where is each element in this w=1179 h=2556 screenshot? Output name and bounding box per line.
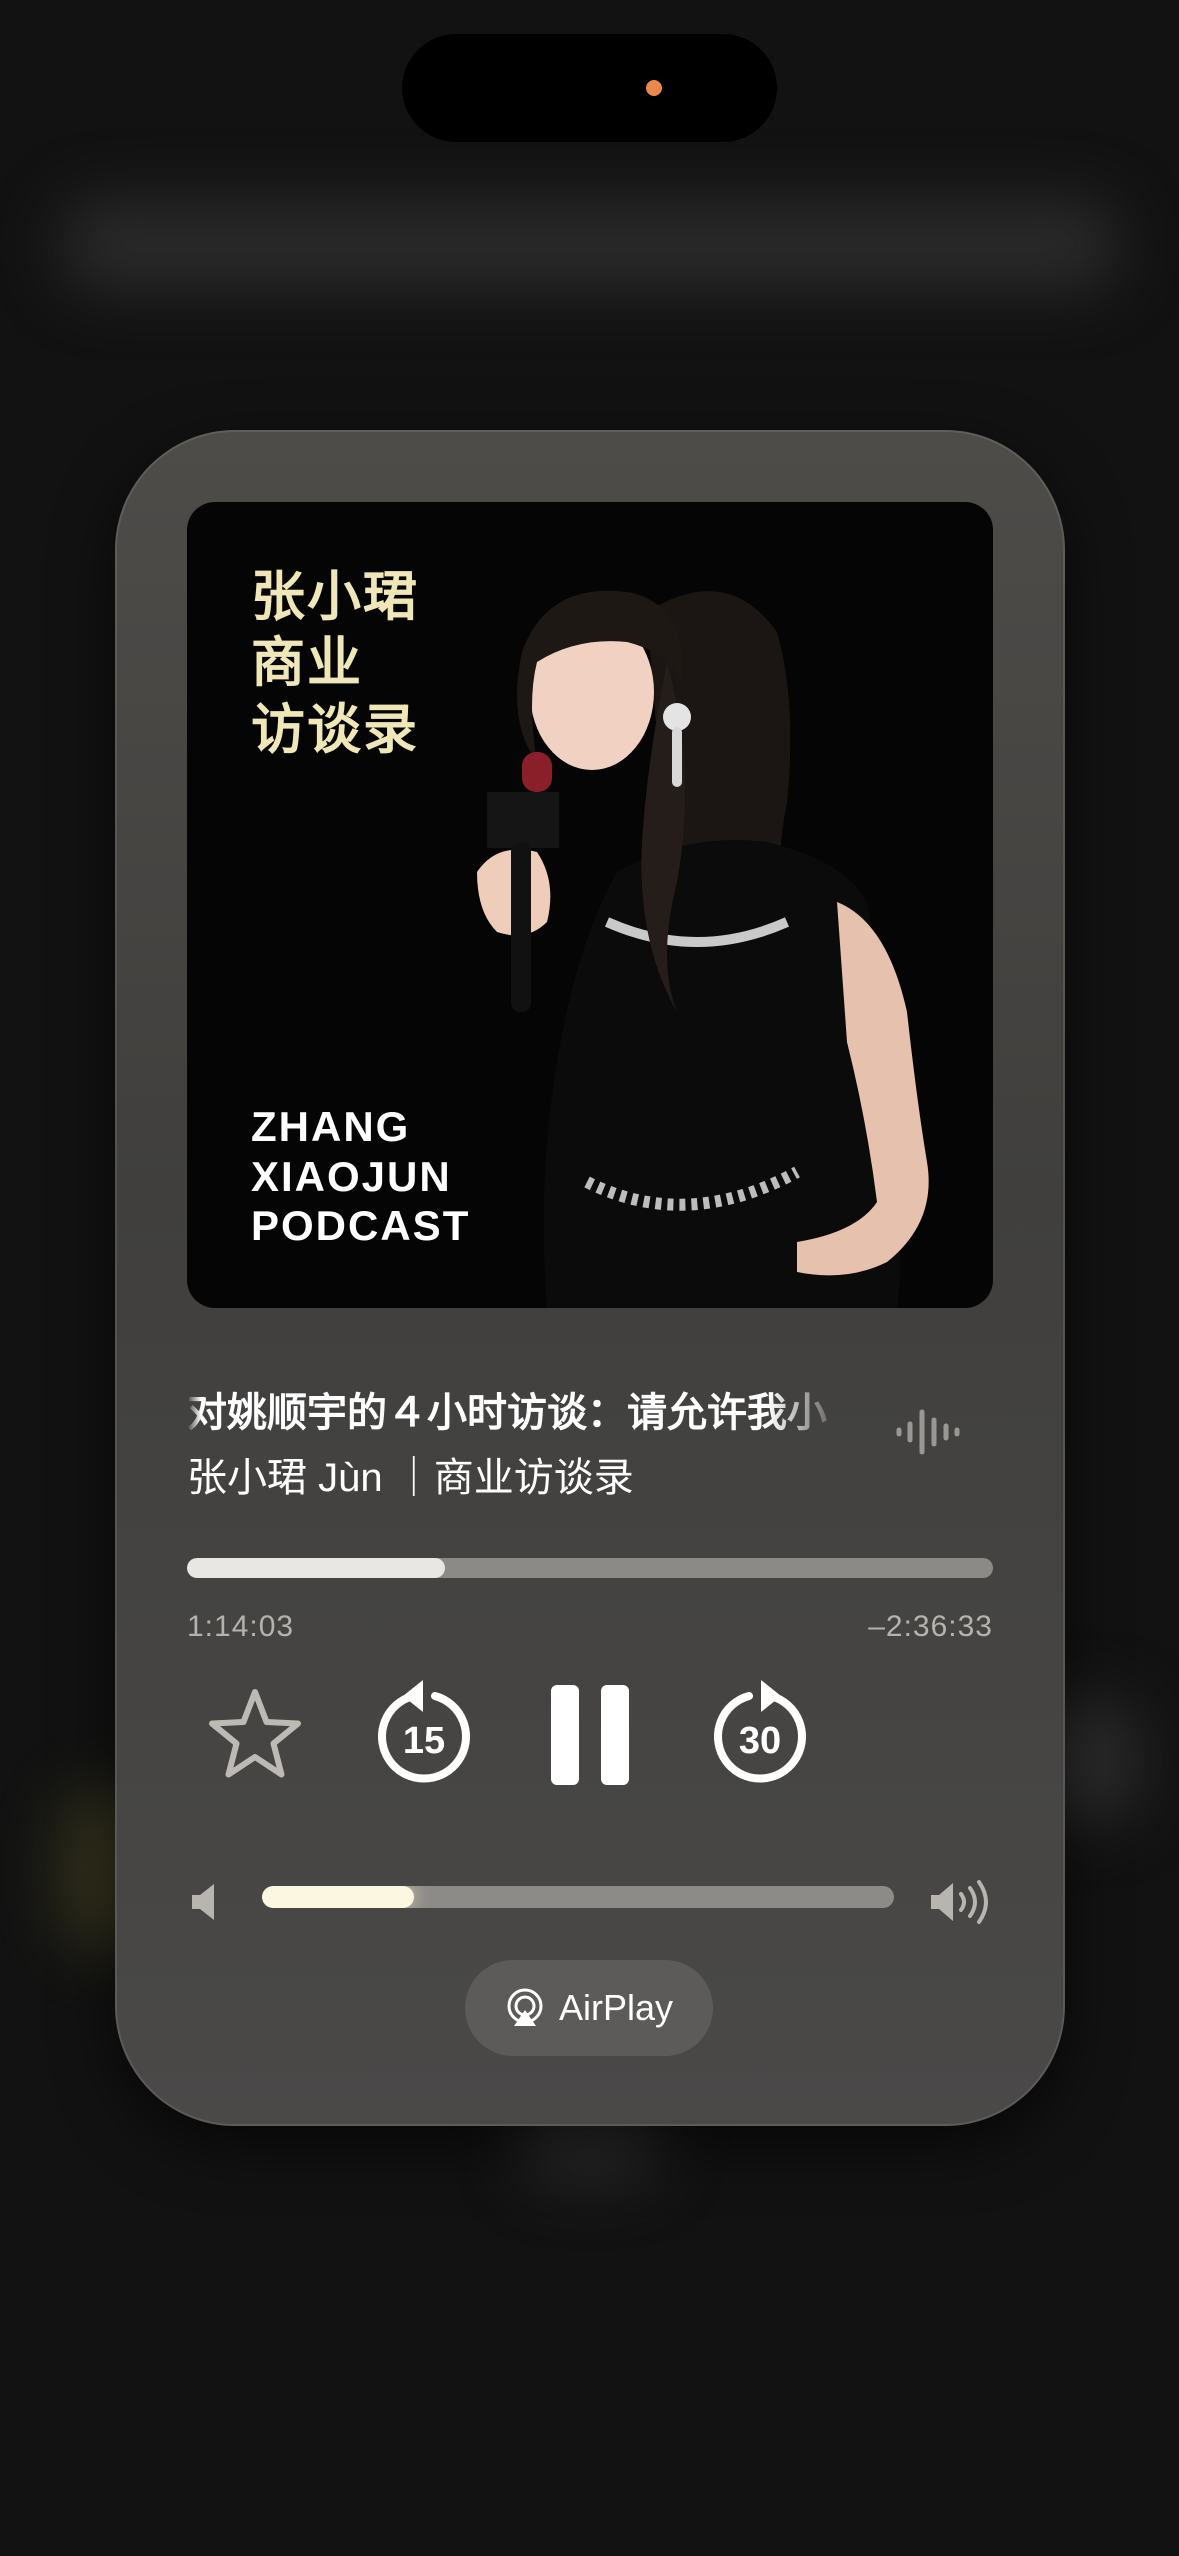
- elapsed-time: 1:14:03: [187, 1610, 295, 1643]
- airplay-icon: [507, 1988, 543, 2026]
- skip-forward-button[interactable]: 30: [707, 1674, 813, 1790]
- now-playing-card: 张小珺 商业 访谈录 ZHANG XIAOJUN PODCAST 对姚顺宇的４小…: [115, 430, 1065, 2126]
- pause-button[interactable]: [545, 1680, 635, 1790]
- playback-scrubber[interactable]: [187, 1558, 993, 1578]
- favorite-button[interactable]: [205, 1684, 305, 1784]
- skip-forward-30-icon: 30: [714, 1680, 806, 1783]
- skip-back-15-icon: 15: [378, 1680, 470, 1783]
- pause-icon: [551, 1685, 629, 1785]
- podcast-artwork: 张小珺 商业 访谈录 ZHANG XIAOJUN PODCAST: [187, 502, 993, 1308]
- episode-title[interactable]: 对姚顺宇的４小时访谈：请允许我小: [187, 1380, 847, 1436]
- airplay-button[interactable]: AirPlay: [465, 1960, 713, 2056]
- remaining-time: –2:36:33: [868, 1610, 993, 1643]
- airplay-label: AirPlay: [558, 1987, 674, 2028]
- waveform-icon: [896, 1409, 960, 1455]
- artwork-chinese-title: 张小珺 商业 访谈录: [251, 567, 419, 760]
- volume-slider[interactable]: [262, 1886, 894, 1908]
- volume-level-fill: [262, 1886, 414, 1908]
- show-name[interactable]: 张小珺 Jùn ｜商业访谈录: [187, 1445, 634, 1503]
- svg-text:30: 30: [739, 1720, 781, 1762]
- dynamic-island: [402, 34, 777, 142]
- playback-progress-fill: [187, 1558, 445, 1578]
- star-icon: [209, 1689, 301, 1778]
- artwork-english-title: ZHANG XIAOJUN PODCAST: [251, 1103, 471, 1250]
- svg-text:15: 15: [403, 1720, 445, 1762]
- privacy-indicator-dot: [646, 80, 662, 96]
- skip-back-button[interactable]: 15: [371, 1674, 477, 1790]
- speaker-high-icon: [931, 1880, 988, 1924]
- host-portrait-image: [477, 590, 929, 1308]
- speaker-low-icon: [192, 1884, 214, 1920]
- background-blur: [60, 200, 1120, 290]
